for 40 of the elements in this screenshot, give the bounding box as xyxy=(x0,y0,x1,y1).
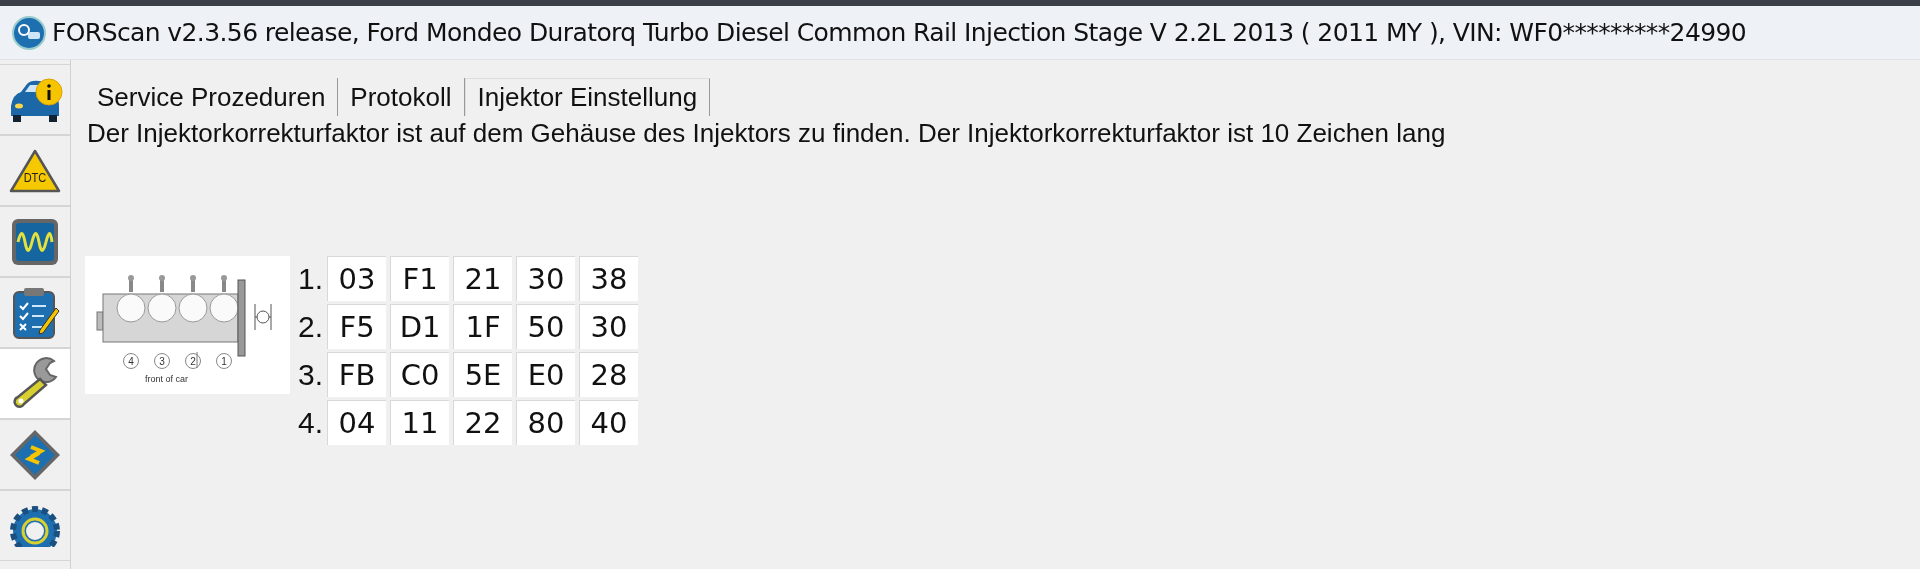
code-field[interactable]: 40 xyxy=(579,400,639,445)
wrench-icon xyxy=(10,356,60,411)
code-field[interactable]: 80 xyxy=(516,400,576,445)
gear-icon xyxy=(9,504,61,547)
row-number: 3. xyxy=(298,356,324,393)
code-field[interactable]: F5 xyxy=(327,304,387,349)
sidebar-item[interactable] xyxy=(0,64,70,135)
icon-label: DTC xyxy=(22,169,48,185)
code-field[interactable]: D1 xyxy=(390,304,450,349)
code-field[interactable]: 5E xyxy=(453,352,513,397)
code-field[interactable]: 28 xyxy=(579,352,639,397)
diagram-caption: front of car xyxy=(145,374,189,384)
code-field[interactable]: 21 xyxy=(453,256,513,301)
chip-icon xyxy=(9,428,61,481)
code-field[interactable]: E0 xyxy=(516,352,576,397)
code-field[interactable]: 04 xyxy=(327,400,387,445)
code-field[interactable]: 38 xyxy=(579,256,639,301)
tab[interactable]: Injektor Einstellung xyxy=(464,78,711,116)
sidebar-item[interactable]: DTC xyxy=(0,135,70,206)
app-logo-icon xyxy=(12,15,46,50)
code-field[interactable]: F1 xyxy=(390,256,450,301)
row-number: 4. xyxy=(298,404,324,441)
code-field[interactable]: 22 xyxy=(453,400,513,445)
sidebar-item[interactable] xyxy=(0,348,70,419)
window-title: FORScan v2.3.56 release, Ford Mondeo Duratorq Turbo Diesel Common Rail Injection Stage V 2.2L 2013 ( 2011 MY ), VIN: WF0*********24990 xyxy=(52,18,1747,47)
instruction-text: Der Injektorkorrekturfaktor ist auf dem Gehäuse des Injektors zu finden. Der Injektorkorrekturfaktor ist 10 Zeichen lang xyxy=(86,118,1446,149)
row-number: 1. xyxy=(298,260,324,297)
sidebar-item[interactable] xyxy=(0,277,70,348)
code-field[interactable]: 03 xyxy=(327,256,387,301)
oscilloscope-icon xyxy=(10,216,60,267)
code-field[interactable]: 50 xyxy=(516,304,576,349)
code-field[interactable]: 11 xyxy=(390,400,450,445)
sidebar-item[interactable] xyxy=(0,490,70,561)
code-field[interactable]: 30 xyxy=(579,304,639,349)
code-field[interactable]: C0 xyxy=(390,352,450,397)
code-field[interactable]: FB xyxy=(327,352,387,397)
code-field[interactable]: 1F xyxy=(453,304,513,349)
code-field[interactable]: 30 xyxy=(516,256,576,301)
checklist-icon xyxy=(10,285,60,340)
row-number: 2. xyxy=(298,308,324,345)
